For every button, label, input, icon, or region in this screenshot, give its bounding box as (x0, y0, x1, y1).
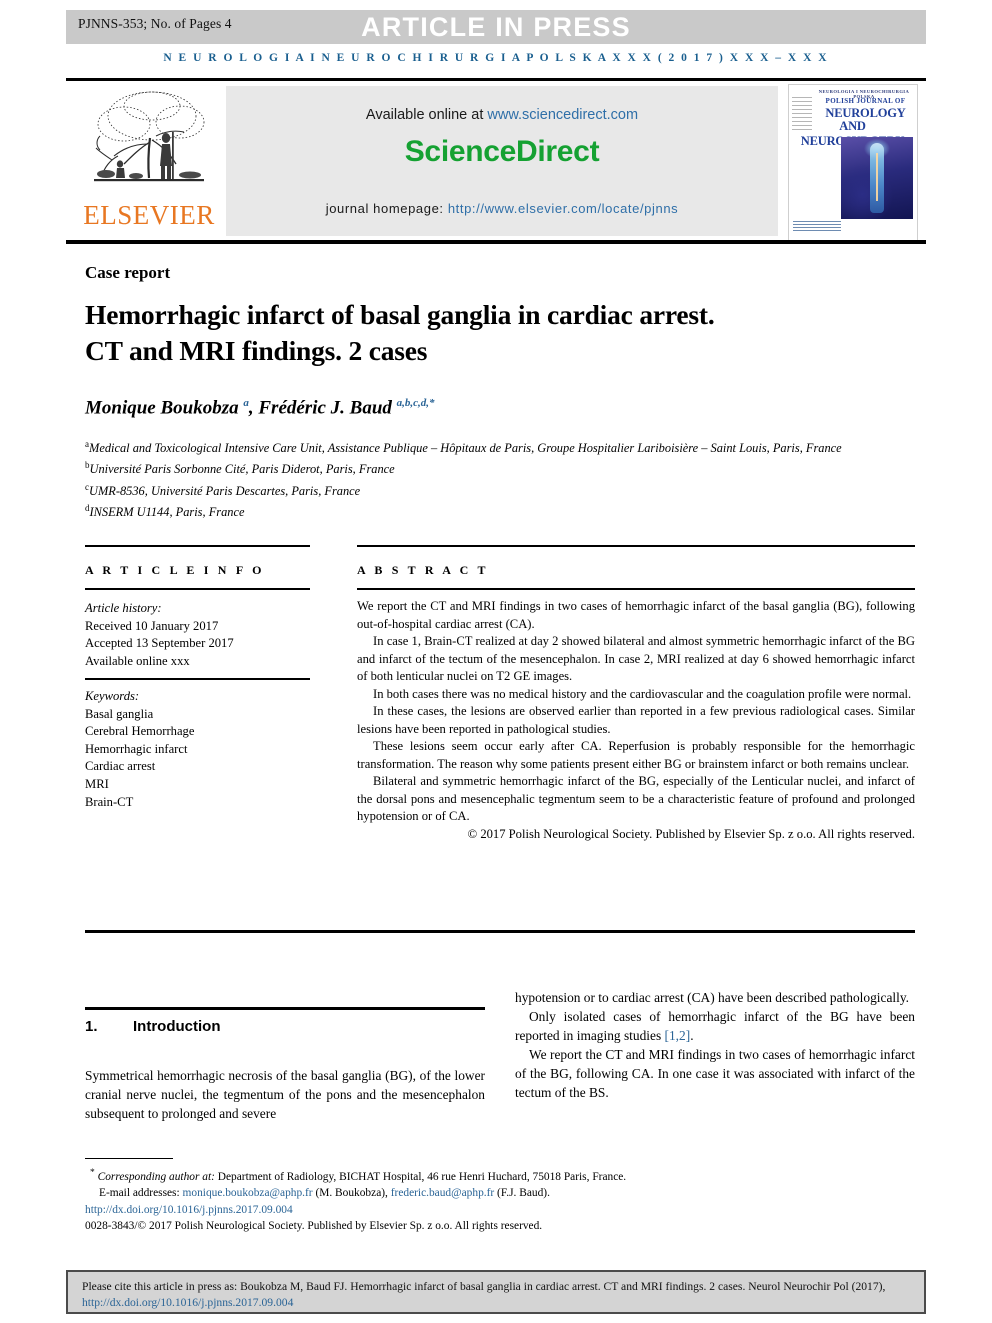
affiliation-item: dINSERM U1144, Paris, France (85, 500, 915, 521)
masthead: ELSEVIER Available online at www.science… (66, 82, 926, 241)
keyword-item: Basal ganglia (85, 706, 154, 721)
corresponding-author-address: Department of Radiology, BICHAT Hospital… (214, 1170, 627, 1183)
sciencedirect-panel: Available online at www.sciencedirect.co… (226, 86, 778, 236)
abstract-copyright: © 2017 Polish Neurological Society. Publ… (467, 826, 915, 841)
affiliation-text: Université Paris Sorbonne Cité, Paris Di… (89, 462, 395, 477)
keywords-label: Keywords: (85, 689, 140, 703)
body-column-left: Symmetrical hemorrhagic necrosis of the … (85, 1066, 485, 1123)
abstract-heading-rule (357, 588, 915, 590)
cite-this-article-box: Please cite this article in press as: Bo… (66, 1270, 926, 1314)
paper-page: PJNNS-353; No. of Pages 4 ARTICLE IN PRE… (0, 0, 992, 1323)
body-paragraph: hypotension or to cardiac arrest (CA) ha… (515, 990, 910, 1005)
sciencedirect-logo: ScienceDirect (404, 135, 600, 168)
abstract-heading: A B S T R A C T (357, 563, 489, 577)
masthead-bottom-rule (66, 240, 926, 244)
page-title: Hemorrhagic infarct of basal ganglia in … (85, 299, 715, 366)
keywords-block: Keywords: Basal ganglia Cerebral Hemorrh… (85, 688, 313, 811)
footnote-rule (85, 1158, 173, 1160)
cite-doi-link[interactable]: http://dx.doi.org/10.1016/j.pjnns.2017.0… (82, 1296, 293, 1309)
article-info-heading: A R T I C L E I N F O (85, 563, 265, 577)
body-paragraph: Only isolated cases of hemorrhagic infar… (515, 1007, 915, 1045)
affiliation-text: Medical and Toxicological Intensive Care… (89, 441, 842, 456)
abstract-paragraph: In case 1, Brain-CT realized at day 2 sh… (357, 634, 915, 683)
article-in-press-banner: PJNNS-353; No. of Pages 4 ARTICLE IN PRE… (66, 10, 926, 44)
abstract-paragraph: These lesions seem occur early after CA.… (357, 739, 915, 771)
available-online-line: Available online at www.sciencedirect.co… (226, 107, 778, 123)
affiliation-text: INSERM U1144, Paris, France (89, 505, 245, 520)
article-history-label: Article history: (85, 601, 162, 615)
keyword-item: Cardiac arrest (85, 759, 156, 774)
cite-text: Please cite this article in press as: Bo… (82, 1280, 886, 1293)
citation-link-1-2[interactable]: [1,2] (665, 1028, 691, 1043)
abstract-column-top-rule (357, 545, 915, 547)
article-history-block: Article history: Received 10 January 201… (85, 600, 313, 670)
email-link-baud[interactable]: frederic.baud@aphp.fr (391, 1187, 494, 1199)
journal-cover-thumbnail: NEUROLOGIA I NEUROCHIRURGIA POLSKA POLIS… (788, 84, 918, 241)
cover-line-1: POLISH JOURNAL OF (825, 97, 906, 105)
keywords-separator-rule (85, 678, 310, 680)
abstract-paragraph: Bilateral and symmetric hemorrhagic infa… (357, 774, 915, 823)
cover-anatomy-image (841, 137, 913, 219)
history-item: Available online xxx (85, 653, 190, 668)
body-paragraph: We report the CT and MRI findings in two… (515, 1047, 915, 1100)
affiliations-block: aMedical and Toxicological Intensive Car… (85, 436, 915, 522)
history-item: Accepted 13 September 2017 (85, 636, 234, 651)
body-paragraph: Symmetrical hemorrhagic necrosis of the … (85, 1068, 485, 1121)
body-column-right: hypotension or to cardiac arrest (CA) ha… (515, 988, 915, 1102)
info-column-top-rule (85, 545, 310, 547)
section-number: 1. (85, 1018, 98, 1035)
journal-homepage-link[interactable]: http://www.elsevier.com/locate/pjnns (448, 201, 678, 216)
info-heading-rule (85, 588, 310, 590)
cover-footer-text-block (793, 221, 841, 232)
body-paragraph-tail: . (690, 1028, 694, 1043)
abstract-paragraph: In these cases, the lesions are observed… (357, 704, 915, 736)
corresponding-marker: * (90, 1168, 95, 1178)
article-type-label: Case report (85, 263, 171, 282)
email-owner-2: (F.J. Baud). (494, 1187, 550, 1200)
keyword-item: MRI (85, 776, 109, 791)
elsevier-tree-icon (94, 91, 205, 182)
cover-spine-highlight (876, 153, 878, 201)
affiliation-text: UMR-8536, Université Paris Descartes, Pa… (89, 483, 361, 498)
body-paragraph-text: Only isolated cases of hemorrhagic infar… (515, 1009, 915, 1043)
email-addresses-label: E-mail addresses: (99, 1187, 180, 1200)
abstract-paragraph: We report the CT and MRI findings in two… (357, 599, 915, 631)
journal-homepage-label: journal homepage: (325, 201, 448, 216)
abstract-paragraph: In both cases there was no medical histo… (373, 686, 912, 701)
abstract-block-bottom-rule (85, 930, 915, 933)
introduction-rule (85, 1007, 485, 1010)
available-online-label: Available online at (365, 107, 488, 123)
author-affil-mark: a (243, 397, 249, 409)
issn-copyright-line: 0028-3843/© 2017 Polish Neurological Soc… (85, 1220, 543, 1233)
affiliation-item: aMedical and Toxicological Intensive Car… (85, 436, 915, 457)
email-link-boukobza[interactable]: monique.boukobza@aphp.fr (183, 1187, 313, 1199)
abstract-body: We report the CT and MRI findings in two… (357, 598, 915, 843)
elsevier-logo: ELSEVIER (76, 84, 222, 239)
corresponding-author-label: Corresponding author at: (97, 1170, 215, 1183)
article-in-press-title: ARTICLE IN PRESS (361, 12, 631, 42)
history-item: Received 10 January 2017 (85, 618, 219, 633)
email-owner-1: (M. Boukobza), (312, 1187, 391, 1200)
section-title-introduction: Introduction (133, 1018, 221, 1035)
doi-link[interactable]: http://dx.doi.org/10.1016/j.pjnns.2017.0… (85, 1202, 915, 1218)
affiliation-item: bUniversité Paris Sorbonne Cité, Paris D… (85, 457, 915, 478)
footnotes-block: * Corresponding author at: Department of… (85, 1165, 915, 1234)
keyword-item: Brain-CT (85, 794, 134, 809)
keyword-item: Cerebral Hemorrhage (85, 724, 195, 739)
cite-this-article-text: Please cite this article in press as: Bo… (82, 1279, 910, 1310)
elsevier-wordmark: ELSEVIER (83, 200, 215, 230)
sciencedirect-link[interactable]: www.sciencedirect.com (487, 107, 638, 123)
journal-homepage-line: journal homepage: http://www.elsevier.co… (226, 201, 778, 216)
author-affil-mark: a,b,c,d,* (396, 397, 435, 409)
affiliation-item: cUMR-8536, Université Paris Descartes, P… (85, 479, 915, 500)
email-addresses-note: E-mail addresses: monique.boukobza@aphp.… (85, 1185, 915, 1201)
keyword-item: Hemorrhagic infarct (85, 741, 188, 756)
journal-running-head: N E U R O L O G I A I N E U R O C H I R … (163, 52, 829, 64)
author-list: Monique Boukobza a, Frédéric J. Baud a,b… (85, 397, 435, 419)
corresponding-author-note: * Corresponding author at: Department of… (85, 1165, 915, 1185)
masthead-top-rule (66, 78, 926, 81)
